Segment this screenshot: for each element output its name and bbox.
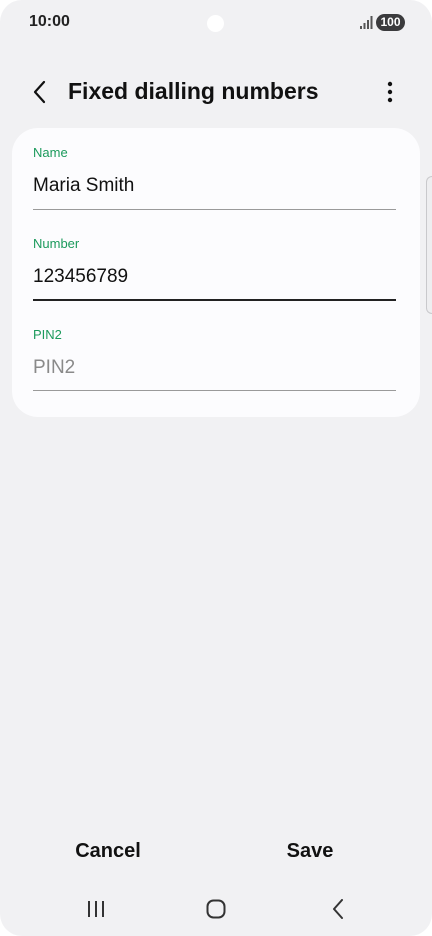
status-time: 10:00 (29, 13, 70, 30)
name-label: Name (33, 145, 68, 160)
form-card: Name Number PIN2 (12, 128, 420, 417)
number-input[interactable] (33, 258, 396, 296)
number-underline (33, 299, 396, 301)
page-title: Fixed dialling numbers (68, 78, 319, 104)
more-options-button[interactable] (374, 76, 406, 108)
front-camera (207, 15, 224, 32)
signal-icon (360, 16, 373, 29)
recent-apps-button[interactable] (76, 894, 116, 924)
cancel-button[interactable]: Cancel (13, 826, 203, 876)
app-bar: Fixed dialling numbers (0, 68, 432, 116)
edge-panel-handle[interactable] (426, 176, 432, 314)
bottom-action-bar: Cancel Save (0, 826, 432, 876)
pin2-input[interactable] (33, 349, 396, 387)
pin2-underline (33, 390, 396, 391)
save-button[interactable]: Save (215, 826, 405, 876)
home-button[interactable] (196, 894, 236, 924)
back-icon (333, 899, 343, 919)
phone-screen: 10:00 100 Fixed dialling numbers Name Ma… (0, 0, 432, 936)
home-icon (206, 899, 226, 919)
pin2-label: PIN2 (33, 327, 62, 342)
back-button[interactable] (24, 76, 56, 108)
name-underline (33, 209, 396, 210)
status-bar: 10:00 100 (0, 0, 432, 46)
navigation-bar (0, 884, 432, 934)
more-vertical-icon (387, 81, 393, 103)
recent-apps-icon (88, 901, 104, 917)
name-input[interactable] (33, 167, 396, 205)
back-arrow-icon (33, 80, 46, 104)
number-label: Number (33, 236, 80, 251)
battery-icon: 100 (376, 14, 405, 31)
nav-back-button[interactable] (318, 894, 358, 924)
